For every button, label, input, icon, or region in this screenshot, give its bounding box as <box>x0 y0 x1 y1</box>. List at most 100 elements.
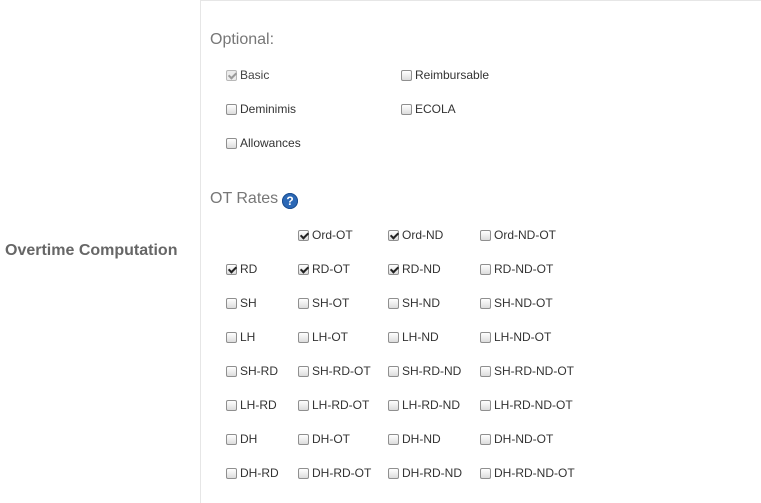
checkbox[interactable] <box>388 263 399 275</box>
checkbox[interactable] <box>401 69 412 81</box>
checkbox-dh-nd[interactable]: DH-ND <box>388 432 441 446</box>
checkbox[interactable] <box>298 365 309 377</box>
checkbox-label: Basic <box>240 68 270 82</box>
checkbox[interactable] <box>226 399 237 411</box>
checkbox-label: DH-RD-ND <box>402 466 462 480</box>
checkbox[interactable] <box>388 365 399 377</box>
checkbox[interactable] <box>480 229 491 241</box>
checkbox-label: SH-ND-OT <box>494 296 553 310</box>
checkbox-lh-nd[interactable]: LH-ND <box>388 330 439 344</box>
checkbox-lh-rd[interactable]: LH-RD <box>226 398 277 412</box>
checkbox-label: SH-ND <box>402 296 440 310</box>
checkbox[interactable] <box>388 467 399 479</box>
checkbox[interactable] <box>480 365 491 377</box>
optional-title: Optional: <box>210 31 275 48</box>
checkbox-reimbursable[interactable]: Reimbursable <box>401 68 489 82</box>
checkbox[interactable] <box>226 297 237 309</box>
checkbox-label: SH-RD-ND-OT <box>494 364 574 378</box>
checkbox-label: DH <box>240 432 258 446</box>
checkbox <box>226 69 237 81</box>
checkbox-dh-rd-nd[interactable]: DH-RD-ND <box>388 466 462 480</box>
checkbox-label: LH-RD-ND-OT <box>494 398 573 412</box>
checkbox-ecola[interactable]: ECOLA <box>401 102 456 116</box>
checkbox[interactable] <box>298 467 309 479</box>
checkbox[interactable] <box>480 297 491 309</box>
checkbox-sh-nd[interactable]: SH-ND <box>388 296 440 310</box>
checkbox-label: Ord-ND <box>402 228 444 242</box>
checkbox-lh-nd-ot[interactable]: LH-ND-OT <box>480 330 551 344</box>
checkbox-basic: Basic <box>226 68 269 82</box>
checkbox-label: SH-RD-OT <box>312 364 371 378</box>
checkbox[interactable] <box>298 263 309 275</box>
checkbox-lh-rd-nd-ot[interactable]: LH-RD-ND-OT <box>480 398 573 412</box>
checkbox[interactable] <box>298 297 309 309</box>
checkbox-label: SH-RD <box>240 364 278 378</box>
checkbox-label: RD-ND <box>402 262 441 276</box>
checkbox[interactable] <box>401 103 412 115</box>
checkbox[interactable] <box>388 433 399 445</box>
checkbox-label: LH <box>240 330 256 344</box>
checkbox-label: RD-OT <box>312 262 350 276</box>
checkbox-lh[interactable]: LH <box>226 330 255 344</box>
checkbox-label: SH-RD-ND <box>402 364 462 378</box>
checkbox-lh-rd-ot[interactable]: LH-RD-OT <box>298 398 369 412</box>
checkbox-sh-rd[interactable]: SH-RD <box>226 364 278 378</box>
checkbox-rd-nd-ot[interactable]: RD-ND-OT <box>480 262 553 276</box>
checkbox-label: Reimbursable <box>415 68 490 82</box>
checkbox[interactable] <box>226 433 237 445</box>
checkbox[interactable] <box>226 137 237 149</box>
checkbox-sh-rd-ot[interactable]: SH-RD-OT <box>298 364 371 378</box>
checkbox-label: Allowances <box>240 136 301 150</box>
checkbox[interactable] <box>298 399 309 411</box>
checkbox-rd[interactable]: RD <box>226 262 257 276</box>
checkbox[interactable] <box>388 229 399 241</box>
checkbox-label: SH-OT <box>312 296 350 310</box>
checkbox-deminimis[interactable]: Deminimis <box>226 102 296 116</box>
checkbox-ord-nd-ot[interactable]: Ord-ND-OT <box>480 228 556 242</box>
checkbox-sh-rd-nd-ot[interactable]: SH-RD-ND-OT <box>480 364 574 378</box>
checkbox[interactable] <box>480 467 491 479</box>
checkbox[interactable] <box>480 263 491 275</box>
checkbox[interactable] <box>388 331 399 343</box>
checkbox-dh-rd-nd-ot[interactable]: DH-RD-ND-OT <box>480 466 575 480</box>
checkbox[interactable] <box>480 399 491 411</box>
checkbox[interactable] <box>298 433 309 445</box>
checkbox[interactable] <box>226 365 237 377</box>
checkbox[interactable] <box>388 399 399 411</box>
checkbox-label: LH-ND-OT <box>494 330 552 344</box>
checkbox-ord-nd[interactable]: Ord-ND <box>388 228 443 242</box>
checkbox[interactable] <box>298 229 309 241</box>
checkbox[interactable] <box>226 263 237 275</box>
checkbox-label: DH-RD-OT <box>312 466 372 480</box>
checkbox-sh-nd-ot[interactable]: SH-ND-OT <box>480 296 553 310</box>
checkbox[interactable] <box>226 467 237 479</box>
checkbox-dh[interactable]: DH <box>226 432 257 446</box>
checkbox[interactable] <box>480 433 491 445</box>
checkbox[interactable] <box>388 297 399 309</box>
checkbox-sh-ot[interactable]: SH-OT <box>298 296 349 310</box>
checkbox-dh-ot[interactable]: DH-OT <box>298 432 350 446</box>
checkbox-allowances[interactable]: Allowances <box>226 136 301 150</box>
checkbox[interactable] <box>226 331 237 343</box>
checkbox-label: Ord-ND-OT <box>494 228 556 242</box>
checkbox-rd-ot[interactable]: RD-OT <box>298 262 350 276</box>
checkbox-dh-rd-ot[interactable]: DH-RD-OT <box>298 466 371 480</box>
checkbox-label: LH-OT <box>312 330 348 344</box>
checkbox-label: LH-RD-ND <box>402 398 460 412</box>
checkbox-label: LH-RD <box>240 398 277 412</box>
checkbox-rd-nd[interactable]: RD-ND <box>388 262 441 276</box>
checkbox[interactable] <box>226 103 237 115</box>
checkbox[interactable] <box>298 331 309 343</box>
checkbox-ord-ot[interactable]: Ord-OT <box>298 228 353 242</box>
checkbox[interactable] <box>480 331 491 343</box>
checkbox-label: SH <box>240 296 257 310</box>
checkbox-lh-rd-nd[interactable]: LH-RD-ND <box>388 398 460 412</box>
checkbox-sh[interactable]: SH <box>226 296 257 310</box>
checkbox-label: DH-RD-ND-OT <box>494 466 575 480</box>
checkbox-lh-ot[interactable]: LH-OT <box>298 330 348 344</box>
checkbox-sh-rd-nd[interactable]: SH-RD-ND <box>388 364 461 378</box>
checkbox-dh-rd[interactable]: DH-RD <box>226 466 279 480</box>
checkbox-label: LH-ND <box>402 330 439 344</box>
question-circle-icon[interactable]: ? <box>282 193 298 209</box>
checkbox-dh-nd-ot[interactable]: DH-ND-OT <box>480 432 553 446</box>
